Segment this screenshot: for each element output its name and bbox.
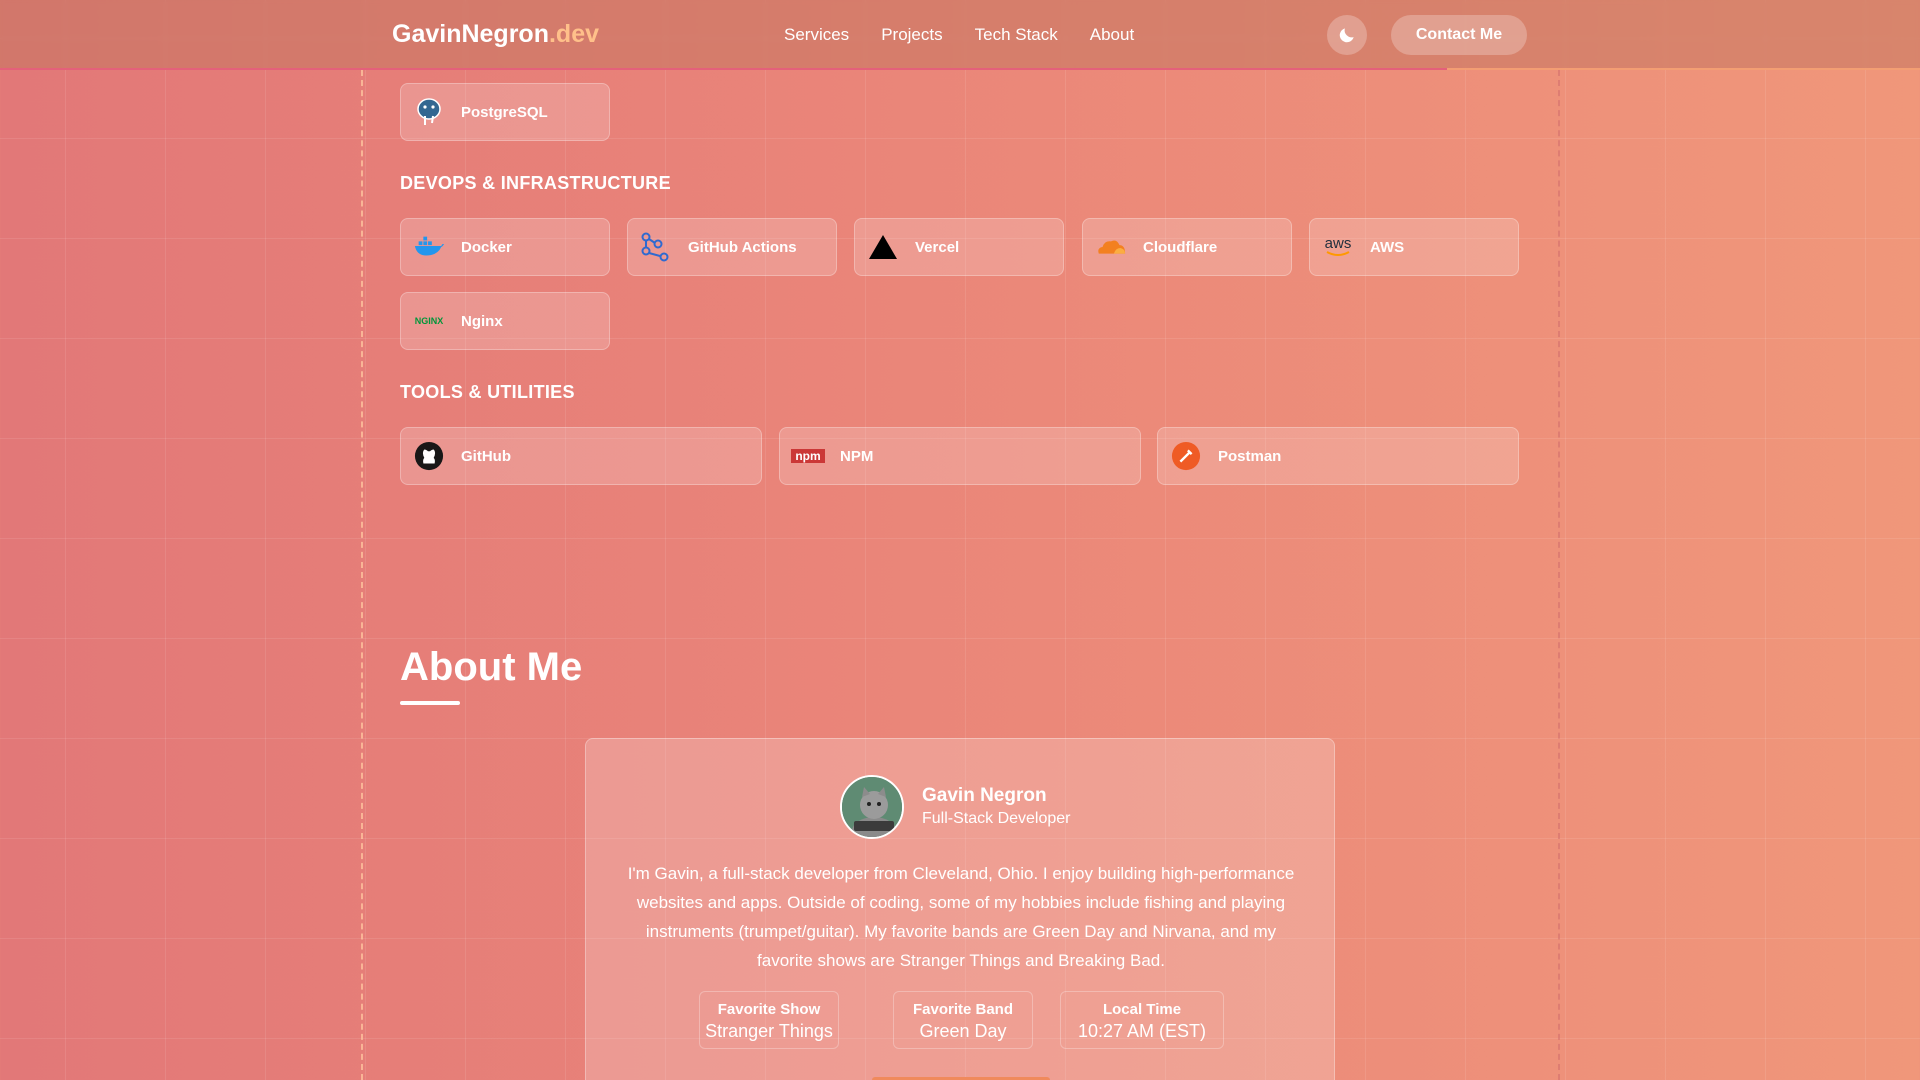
right-guide-line (1558, 70, 1560, 1080)
npm-icon-text: npm (791, 449, 825, 463)
stat-label: Favorite Show (717, 1001, 821, 1018)
tech-label: Vercel (915, 238, 960, 256)
nav-tech-stack[interactable]: Tech Stack (975, 25, 1058, 45)
tech-label: Postman (1218, 447, 1282, 465)
main-nav: Services Projects Tech Stack About (784, 25, 1134, 45)
about-bio: I'm Gavin, a full-stack developer from C… (627, 864, 1295, 970)
tech-card-github-actions[interactable]: GitHub Actions (627, 218, 837, 276)
about-title: About Me (400, 645, 583, 689)
logo-tld: .dev (548, 20, 600, 48)
nav-about[interactable]: About (1090, 25, 1134, 45)
tech-label: GitHub (461, 447, 511, 465)
npm-icon: npm (791, 440, 825, 472)
site-header: GavinNegron.dev Services Projects Tech S… (0, 0, 1920, 70)
tech-label: GitHub Actions (688, 238, 797, 256)
tech-label: Nginx (461, 312, 503, 330)
cloudflare-icon (1095, 231, 1127, 263)
stat-value: 10:27 AM (EST) (1077, 1021, 1207, 1041)
about-card: Gavin Negron Full-Stack Developer I'm Ga… (585, 738, 1335, 1080)
stat-favorite-band: Favorite Band Green Day (893, 991, 1033, 1049)
nav-projects[interactable]: Projects (881, 25, 942, 45)
tech-card-postman[interactable]: Postman (1157, 427, 1519, 485)
section-heading-tools: TOOLS & UTILITIES (400, 382, 575, 402)
tech-card-cloudflare[interactable]: Cloudflare (1082, 218, 1292, 276)
site-logo[interactable]: GavinNegron.dev (392, 20, 599, 49)
aws-icon: aws (1322, 231, 1354, 263)
tech-label: NPM (840, 447, 874, 465)
tech-label: AWS (1370, 238, 1405, 256)
tech-label: Docker (461, 238, 512, 256)
docker-icon (413, 231, 445, 263)
avatar (840, 775, 904, 839)
moon-icon (1339, 28, 1354, 43)
stat-value: Green Day (919, 1021, 1007, 1041)
nginx-icon-text: NGINX (414, 316, 444, 326)
postgresql-icon (413, 96, 445, 128)
contact-me-button[interactable]: Contact Me (1391, 15, 1527, 55)
tech-card-aws[interactable]: aws AWS (1309, 218, 1519, 276)
nginx-icon: NGINX (413, 305, 445, 337)
tech-card-npm[interactable]: npm NPM (779, 427, 1141, 485)
github-actions-icon (640, 231, 672, 263)
section-heading-devops: DEVOPS & INFRASTRUCTURE (400, 173, 671, 193)
tech-card-vercel[interactable]: Vercel (854, 218, 1064, 276)
postman-icon (1170, 440, 1202, 472)
nav-services[interactable]: Services (784, 25, 849, 45)
logo-name: GavinNegron (392, 20, 549, 48)
tech-card-github[interactable]: GitHub (400, 427, 762, 485)
stat-value: Stranger Things (705, 1021, 833, 1041)
profile-name: Gavin Negron (922, 785, 1047, 806)
stat-label: Favorite Band (912, 1001, 1014, 1018)
stat-favorite-show: Favorite Show Stranger Things (699, 991, 839, 1049)
theme-toggle-button[interactable] (1327, 15, 1367, 55)
tech-card-nginx[interactable]: NGINX Nginx (400, 292, 610, 350)
left-guide-line (361, 70, 363, 1080)
profile-role: Full-Stack Developer (922, 810, 1071, 827)
stat-local-time: Local Time 10:27 AM (EST) (1060, 991, 1224, 1049)
vercel-icon (867, 231, 899, 263)
stat-label: Local Time (1102, 1001, 1182, 1018)
tech-label: Cloudflare (1143, 238, 1218, 256)
about-title-underline (400, 701, 460, 705)
tech-card-docker[interactable]: Docker (400, 218, 610, 276)
tech-card-postgresql[interactable]: PostgreSQL (400, 83, 610, 141)
scroll-progress-bar (0, 68, 1447, 70)
github-icon (413, 440, 445, 472)
aws-icon-text: aws (1324, 235, 1352, 252)
tech-label: PostgreSQL (461, 103, 548, 121)
